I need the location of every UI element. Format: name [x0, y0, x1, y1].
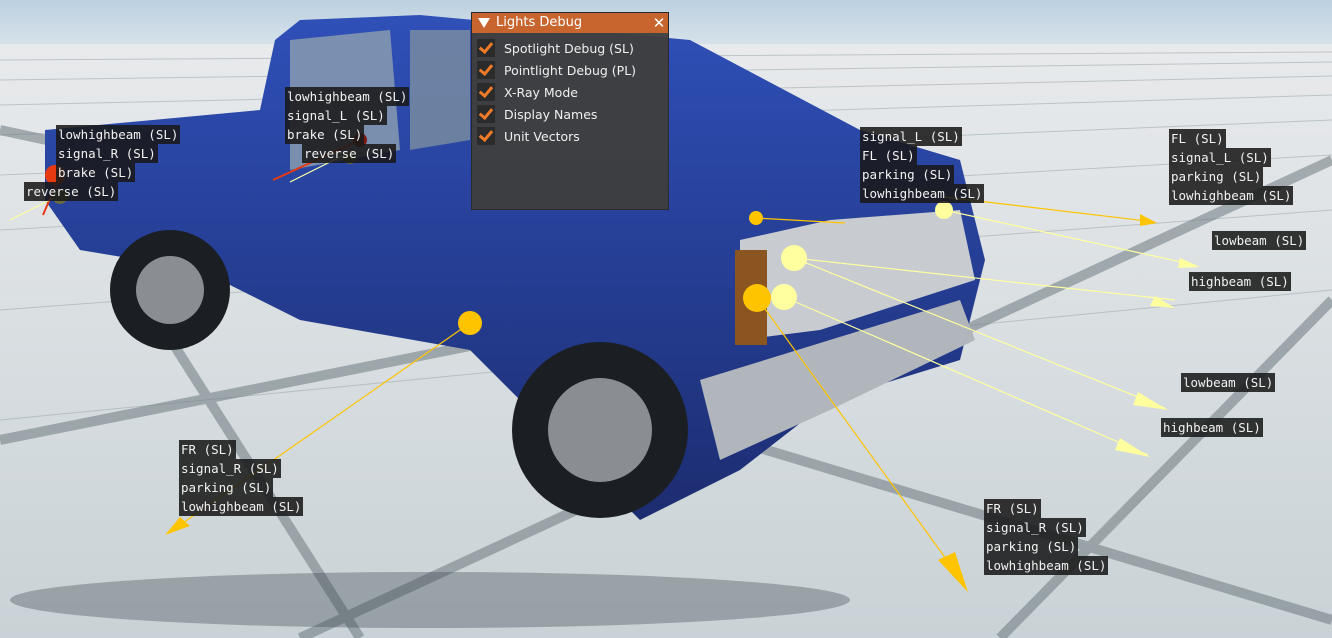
light-label: signal_R (SL) — [56, 144, 158, 163]
close-icon[interactable]: ✕ — [650, 13, 668, 33]
checkbox-checked-icon[interactable] — [477, 127, 495, 145]
light-label: FL (SL) — [860, 146, 917, 165]
light-label: signal_R (SL) — [984, 518, 1086, 537]
light-label: highbeam (SL) — [1161, 418, 1263, 437]
light-label: parking (SL) — [984, 537, 1079, 556]
light-label: lowhighbeam (SL) — [860, 184, 985, 203]
option-xray-mode[interactable]: X-Ray Mode — [472, 81, 668, 103]
option-spotlight-debug[interactable]: Spotlight Debug (SL) — [472, 37, 668, 59]
light-label: lowhighbeam (SL) — [179, 497, 304, 516]
option-label: Display Names — [504, 106, 598, 122]
label-group-lowbeam-2: lowbeam (SL) — [1181, 373, 1276, 392]
light-label: FR (SL) — [179, 440, 236, 459]
label-group-front-left-lamp: signal_L (SL) FL (SL) parking (SL) lowhi… — [860, 127, 985, 203]
label-group-highbeam-2: highbeam (SL) — [1161, 418, 1263, 437]
light-label: FR (SL) — [984, 499, 1041, 518]
checkbox-checked-icon[interactable] — [477, 61, 495, 79]
light-label: parking (SL) — [1169, 167, 1264, 186]
light-label: reverse (SL) — [302, 144, 397, 163]
light-label: highbeam (SL) — [1189, 272, 1291, 291]
checkbox-checked-icon[interactable] — [477, 39, 495, 57]
light-label: lowhighbeam (SL) — [1169, 186, 1294, 205]
option-label: X-Ray Mode — [504, 84, 578, 100]
label-group-rear-right: lowhighbeam (SL) signal_L (SL) brake (SL… — [285, 87, 410, 163]
label-group-highbeam-1: highbeam (SL) — [1189, 272, 1291, 291]
light-label: parking (SL) — [179, 478, 274, 497]
light-label: signal_L (SL) — [1169, 148, 1271, 167]
window-titlebar[interactable]: Lights Debug ✕ — [472, 13, 668, 33]
light-label: reverse (SL) — [24, 182, 119, 201]
label-group-fl-target: FL (SL) signal_L (SL) parking (SL) lowhi… — [1169, 129, 1294, 205]
checkbox-checked-icon[interactable] — [477, 105, 495, 123]
light-label: signal_L (SL) — [860, 127, 962, 146]
light-label: lowhighbeam (SL) — [984, 556, 1109, 575]
light-label: signal_R (SL) — [179, 459, 281, 478]
option-pointlight-debug[interactable]: Pointlight Debug (PL) — [472, 59, 668, 81]
window-title: Lights Debug — [496, 15, 583, 30]
light-label: FL (SL) — [1169, 129, 1226, 148]
option-label: Spotlight Debug (SL) — [504, 40, 634, 56]
light-label: lowbeam (SL) — [1181, 373, 1276, 392]
option-unit-vectors[interactable]: Unit Vectors — [472, 125, 668, 147]
option-label: Unit Vectors — [504, 128, 580, 144]
light-label: lowbeam (SL) — [1212, 231, 1307, 250]
triangle-down-icon[interactable] — [478, 18, 490, 28]
options-list: Spotlight Debug (SL) Pointlight Debug (P… — [472, 37, 668, 147]
label-group-lowbeam-1: lowbeam (SL) — [1212, 231, 1307, 250]
lights-debug-window[interactable]: Lights Debug ✕ Spotlight Debug (SL) Poin… — [471, 12, 669, 210]
light-label: signal_L (SL) — [285, 106, 387, 125]
label-group-fr-side: FR (SL) signal_R (SL) parking (SL) lowhi… — [179, 440, 304, 516]
light-label: lowhighbeam (SL) — [56, 125, 181, 144]
light-label: parking (SL) — [860, 165, 955, 184]
light-label: brake (SL) — [285, 125, 365, 144]
option-label: Pointlight Debug (PL) — [504, 62, 637, 78]
light-label: lowhighbeam (SL) — [285, 87, 410, 106]
light-label: brake (SL) — [56, 163, 136, 182]
option-display-names[interactable]: Display Names — [472, 103, 668, 125]
label-group-fr-front: FR (SL) signal_R (SL) parking (SL) lowhi… — [984, 499, 1109, 575]
label-group-rear-left: lowhighbeam (SL) signal_R (SL) brake (SL… — [24, 125, 181, 201]
checkbox-checked-icon[interactable] — [477, 83, 495, 101]
